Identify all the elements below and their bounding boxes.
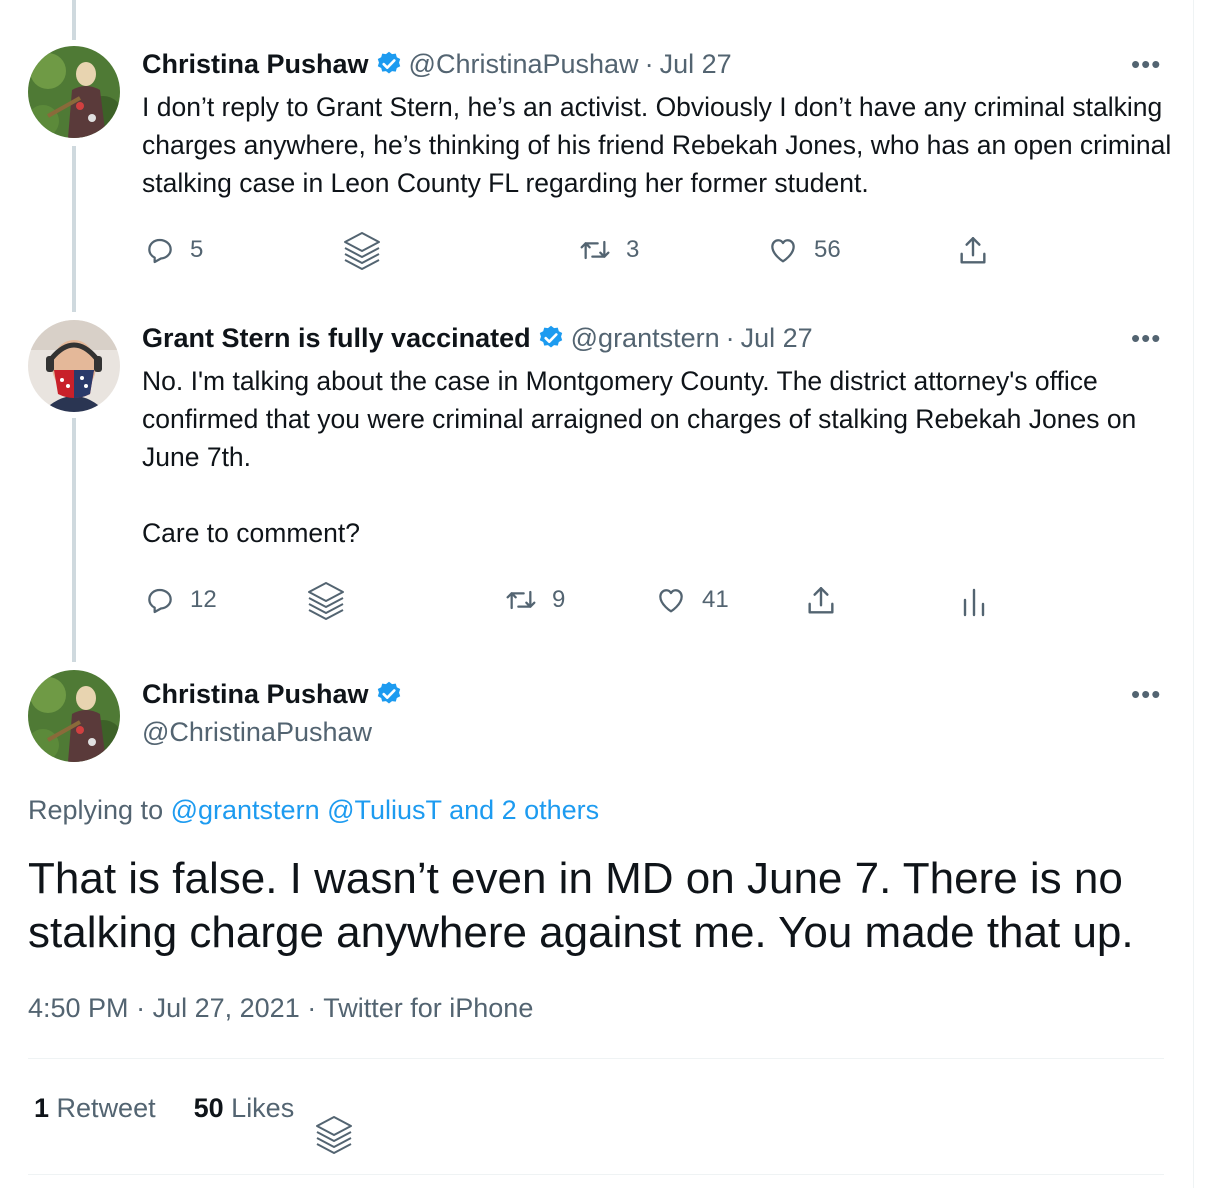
- like-stat-label: Likes: [231, 1093, 295, 1123]
- stack-button[interactable]: [314, 1114, 354, 1156]
- share-icon: [960, 237, 986, 264]
- tweet-header: Grant Stern is fully vaccinated @grantste…: [142, 321, 813, 355]
- stack-button[interactable]: [306, 580, 346, 622]
- author-handle[interactable]: @ChristinaPushaw: [409, 49, 639, 79]
- layers-icon: [344, 232, 380, 270]
- tweet-source[interactable]: Twitter for iPhone: [323, 993, 533, 1023]
- share-button[interactable]: [804, 584, 838, 618]
- tweet-paragraph: Care to comment?: [142, 518, 360, 548]
- author-handle-row: @ChristinaPushaw: [142, 715, 372, 749]
- like-stat[interactable]: 50 Likes: [194, 1090, 295, 1126]
- author-handle[interactable]: @grantstern: [571, 323, 720, 353]
- avatar[interactable]: [28, 46, 120, 138]
- layers-icon: [308, 582, 344, 620]
- share-icon: [808, 587, 834, 614]
- avatar[interactable]: [28, 320, 120, 412]
- retweet-count: 3: [626, 236, 640, 263]
- reply-count: 12: [190, 586, 217, 613]
- divider: [28, 1058, 1164, 1059]
- thread-line-top: [72, 0, 76, 40]
- retweet-button[interactable]: 3: [578, 234, 639, 266]
- thread-line-1: [72, 146, 76, 312]
- retweet-button[interactable]: 9: [504, 584, 565, 616]
- reply-others-link[interactable]: and 2 others: [449, 795, 599, 825]
- tweet-timestamp: 4:50 PM · Jul 27, 2021 · Twitter for iPh…: [28, 990, 533, 1026]
- verified-badge-icon: [375, 50, 403, 78]
- right-border: [1193, 0, 1194, 1188]
- separator: ·: [725, 323, 735, 353]
- tweet-text: I don’t reply to Grant Stern, he’s an ac…: [142, 92, 1172, 198]
- replying-prefix: Replying to: [28, 795, 164, 825]
- heart-icon: [659, 589, 683, 613]
- tweet-date[interactable]: Jul 27: [741, 323, 813, 353]
- heart-icon: [771, 239, 795, 263]
- divider: [28, 1174, 1164, 1175]
- reply-button[interactable]: 5: [144, 234, 203, 266]
- reply-user-link[interactable]: @grantstern: [171, 795, 320, 825]
- more-horizontal-icon[interactable]: •••: [1131, 681, 1161, 707]
- author-name[interactable]: Grant Stern is fully vaccinated: [142, 323, 531, 353]
- separator: ·: [307, 993, 317, 1023]
- tweet-full-date[interactable]: Jul 27, 2021: [153, 993, 300, 1023]
- share-button[interactable]: [956, 234, 990, 268]
- retweet-count: 9: [552, 586, 566, 613]
- more-horizontal-icon[interactable]: •••: [1131, 325, 1161, 351]
- retweet-stat-label: Retweet: [56, 1093, 156, 1123]
- like-count: 41: [702, 586, 729, 613]
- author-name[interactable]: Christina Pushaw: [142, 49, 369, 79]
- tweet-paragraph: No. I'm talking about the case in Montgo…: [142, 366, 1137, 472]
- tweet-time[interactable]: 4:50 PM: [28, 993, 129, 1023]
- retweet-stat[interactable]: 1 Retweet: [34, 1090, 156, 1126]
- tweet-text: No. I'm talking about the case in Montgo…: [142, 362, 1172, 552]
- verified-badge-icon: [375, 680, 403, 708]
- like-button[interactable]: 41: [654, 584, 729, 616]
- reply-button[interactable]: 12: [144, 584, 217, 616]
- separator: ·: [136, 993, 146, 1023]
- like-stat-count: 50: [193, 1093, 224, 1123]
- replying-to: Replying to @grantstern @TuliusT and 2 o…: [28, 792, 599, 828]
- more-horizontal-icon[interactable]: •••: [1131, 51, 1161, 77]
- reply-icon: [148, 588, 172, 614]
- retweet-icon: [580, 240, 610, 260]
- verified-badge-icon: [537, 324, 565, 352]
- tweet-header: Christina Pushaw @ChristinaPushaw · Jul 27: [142, 47, 732, 81]
- analytics-button[interactable]: [960, 586, 988, 618]
- author-name[interactable]: Christina Pushaw: [142, 679, 369, 709]
- tweet-date[interactable]: Jul 27: [660, 49, 732, 79]
- author-handle[interactable]: @ChristinaPushaw: [142, 717, 372, 747]
- retweet-icon: [506, 590, 536, 610]
- like-count: 56: [814, 236, 841, 263]
- avatar[interactable]: [28, 670, 120, 762]
- main-tweet-text: That is false. I wasn’t even in MD on Ju…: [28, 854, 1134, 957]
- stack-button[interactable]: [342, 230, 382, 272]
- tweet-header: Christina Pushaw: [142, 677, 409, 711]
- reply-count: 5: [190, 236, 204, 263]
- analytics-icon: [963, 588, 985, 617]
- reply-user-link[interactable]: @TuliusT: [327, 795, 441, 825]
- reply-icon: [148, 238, 172, 264]
- thread-line-2: [72, 418, 76, 662]
- like-button[interactable]: 56: [766, 234, 841, 266]
- retweet-stat-count: 1: [34, 1093, 50, 1123]
- layers-icon: [316, 1116, 352, 1154]
- separator: ·: [644, 49, 654, 79]
- engagement-stats: 1 Retweet 50 Likes: [34, 1090, 294, 1126]
